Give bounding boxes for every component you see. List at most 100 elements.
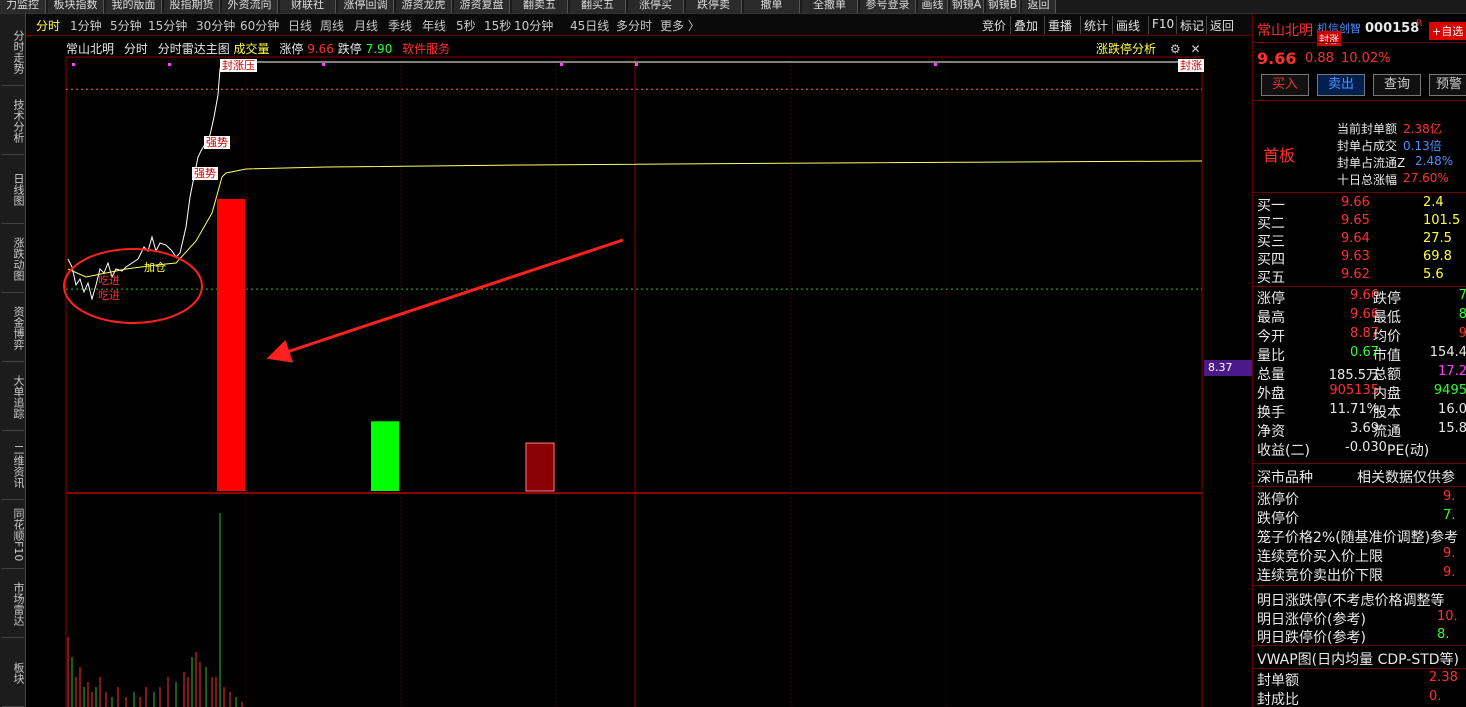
- toolbar-button[interactable]: 涨停买: [628, 0, 684, 13]
- sell-button[interactable]: 卖出: [1317, 74, 1365, 96]
- stat-value: 9.66: [1350, 307, 1379, 322]
- buy-button[interactable]: 买入: [1261, 74, 1309, 96]
- r-mark: R: [1416, 19, 1423, 29]
- left-tab[interactable]: 市场雷达: [2, 570, 24, 638]
- tool-divider: [1148, 16, 1149, 34]
- period-tab[interactable]: 日线: [288, 17, 312, 34]
- chart-tool-button[interactable]: 画线: [1116, 17, 1140, 34]
- add-favorite-button[interactable]: +自选: [1429, 22, 1466, 40]
- limit-label: 连续竞价卖出价下限: [1257, 568, 1383, 584]
- period-tab[interactable]: 分时: [36, 17, 60, 34]
- left-tab[interactable]: 分时走势: [2, 18, 24, 86]
- alert-button[interactable]: 预警: [1429, 74, 1466, 96]
- period-tab[interactable]: 15分钟: [148, 17, 187, 34]
- chart-tool-button[interactable]: 返回: [1210, 17, 1234, 34]
- tomorrow-header: 明日涨跌停(不考虑价格调整等: [1257, 593, 1445, 609]
- toolbar-button[interactable]: 外资流向: [222, 0, 278, 13]
- tool-divider: [1176, 16, 1177, 34]
- toolbar-button[interactable]: 画线: [918, 0, 948, 13]
- toolbar-button[interactable]: 我的版面: [106, 0, 162, 13]
- chart-annotation: 强势: [204, 136, 230, 149]
- period-tab[interactable]: 年线: [422, 17, 446, 34]
- chart-stock-name: 常山北明: [66, 42, 115, 56]
- toolbar-button[interactable]: 全撤单: [802, 0, 858, 13]
- tool-divider: [1112, 16, 1113, 34]
- toolbar-button[interactable]: 钢镜B: [986, 0, 1020, 13]
- toolbar-button[interactable]: 返回: [1022, 0, 1056, 13]
- order-bar: [525, 442, 555, 492]
- limit-down-value: 7.90: [365, 42, 393, 56]
- chart-tool-button[interactable]: 叠加: [1014, 17, 1038, 34]
- left-tab[interactable]: 资金博弈: [2, 294, 24, 362]
- quote-stock-name: 常山北明: [1257, 23, 1313, 39]
- stat-label: 量比: [1257, 348, 1285, 364]
- seal-info-label: 十日总涨幅: [1337, 173, 1398, 187]
- period-tab[interactable]: 15秒: [484, 17, 511, 34]
- event-marker: [72, 63, 75, 66]
- highlight-circle: [63, 248, 203, 324]
- chart-header-right: 涨跌停分析 ⚙ ✕: [1096, 40, 1201, 57]
- period-tab[interactable]: 60分钟: [240, 17, 279, 34]
- chart-tool-button[interactable]: 重播: [1048, 17, 1072, 34]
- chart-annotation: 吃进: [98, 274, 120, 287]
- toolbar-button[interactable]: 翻卖五: [512, 0, 568, 13]
- chart-mode[interactable]: 分时: [124, 42, 148, 56]
- period-tab[interactable]: 更多 〉: [660, 17, 700, 34]
- bid-label: 买三: [1257, 234, 1285, 250]
- toolbar-button[interactable]: 参号登录: [860, 0, 916, 13]
- chart-tool-button[interactable]: 标记: [1180, 17, 1204, 34]
- tool-divider: [1044, 16, 1045, 34]
- period-tab[interactable]: 10分钟: [514, 17, 553, 34]
- period-tab[interactable]: 5分钟: [110, 17, 142, 34]
- limit-label: 连续竞价买入价上限: [1257, 549, 1383, 565]
- bid-volume: 5.6: [1423, 267, 1444, 282]
- tail-label: 封单额: [1257, 673, 1299, 689]
- left-tab[interactable]: 技术分析: [2, 87, 24, 155]
- left-tab[interactable]: 日线图: [2, 156, 24, 224]
- market-header: 深市品种: [1257, 470, 1313, 486]
- chart-tool-button[interactable]: F10: [1152, 17, 1174, 31]
- limit-analysis-link[interactable]: 涨跌停分析: [1096, 42, 1156, 56]
- left-tab[interactable]: 大单追踪: [2, 363, 24, 431]
- close-icon[interactable]: ✕: [1190, 42, 1200, 56]
- stat-label: 净资: [1257, 424, 1285, 440]
- chart-tool-button[interactable]: 竞价: [982, 17, 1006, 34]
- period-tab[interactable]: 多分时: [616, 17, 652, 34]
- toolbar-button[interactable]: 股指期货: [164, 0, 220, 13]
- board-tag: 首板: [1263, 146, 1296, 165]
- period-tab[interactable]: 周线: [320, 17, 344, 34]
- left-tab[interactable]: 涨跌动图: [2, 225, 24, 293]
- toolbar-button[interactable]: 跌停卖: [686, 0, 742, 13]
- period-tab[interactable]: 45日线: [570, 17, 609, 34]
- period-tab[interactable]: 30分钟: [196, 17, 235, 34]
- chart-header: 常山北明 分时 分时雷达主图 成交量 涨停 9.66 跌停 7.90 软件服务: [66, 40, 450, 57]
- query-button[interactable]: 查询: [1373, 74, 1421, 96]
- period-tab[interactable]: 5秒: [456, 17, 476, 34]
- toolbar-button[interactable]: 财联社: [280, 0, 336, 13]
- period-tab[interactable]: 季线: [388, 17, 412, 34]
- gear-icon[interactable]: ⚙: [1170, 42, 1181, 56]
- chart-tool-button[interactable]: 统计: [1084, 17, 1108, 34]
- period-tab[interactable]: 月线: [354, 17, 378, 34]
- bid-price: 9.62: [1341, 267, 1370, 282]
- stat-value: 11.71%: [1329, 402, 1379, 417]
- stat-label: 总量: [1257, 367, 1285, 383]
- left-tab[interactable]: 同花顺F10: [2, 501, 24, 569]
- bid-price: 9.65: [1341, 213, 1370, 228]
- toolbar-button[interactable]: 游资龙虎: [396, 0, 452, 13]
- toolbar-button[interactable]: 撤单: [744, 0, 800, 13]
- vwap-header[interactable]: VWAP图(日内均量 CDP-STD等): [1257, 649, 1459, 669]
- chart-radar[interactable]: 分时雷达主图: [158, 42, 230, 56]
- toolbar-button[interactable]: 翻买五: [570, 0, 626, 13]
- toolbar-button[interactable]: 板块指数: [48, 0, 104, 13]
- toolbar-button[interactable]: 钢镜A: [950, 0, 984, 13]
- toolbar-button[interactable]: 力监控: [0, 0, 46, 13]
- sector-label[interactable]: 软件服务: [402, 42, 450, 56]
- toolbar-button[interactable]: 涨停回调: [338, 0, 394, 13]
- left-tab[interactable]: 板块: [2, 639, 24, 707]
- tool-divider: [1206, 16, 1207, 34]
- period-tab[interactable]: 1分钟: [70, 17, 102, 34]
- left-tab[interactable]: 二维资讯: [2, 432, 24, 500]
- toolbar-button[interactable]: 游资复盘: [454, 0, 510, 13]
- stat-value: 8: [1413, 307, 1466, 322]
